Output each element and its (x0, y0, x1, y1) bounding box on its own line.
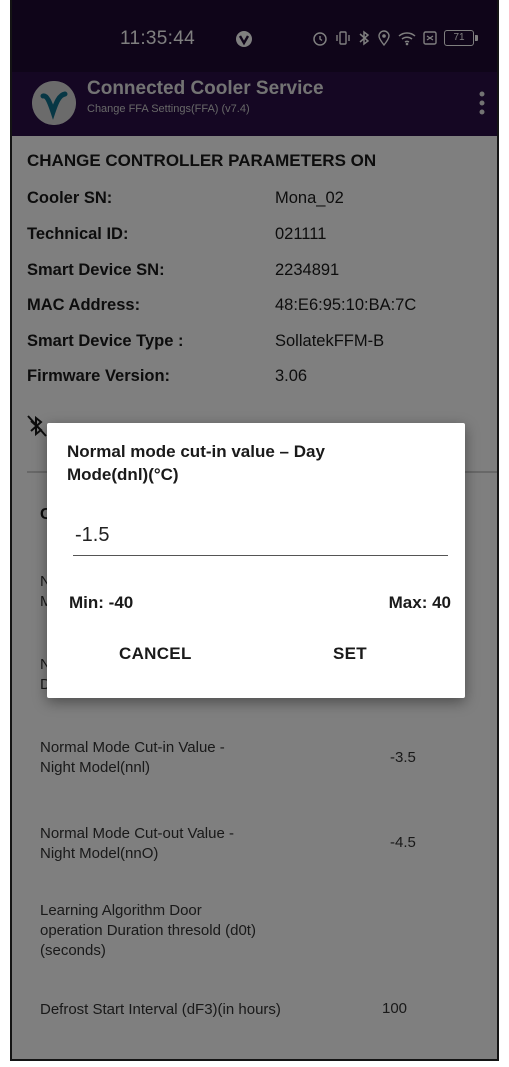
value-input[interactable] (73, 520, 448, 556)
edit-parameter-dialog: Normal mode cut-in value – Day Mode(dnl)… (47, 423, 465, 698)
min-label: Min: -40 (69, 593, 134, 612)
dialog-title: Normal mode cut-in value – Day Mode(dnl)… (67, 442, 325, 484)
max-label: Max: 40 (388, 593, 451, 612)
set-button[interactable]: SET (333, 644, 367, 664)
cancel-button[interactable]: CANCEL (119, 644, 192, 664)
